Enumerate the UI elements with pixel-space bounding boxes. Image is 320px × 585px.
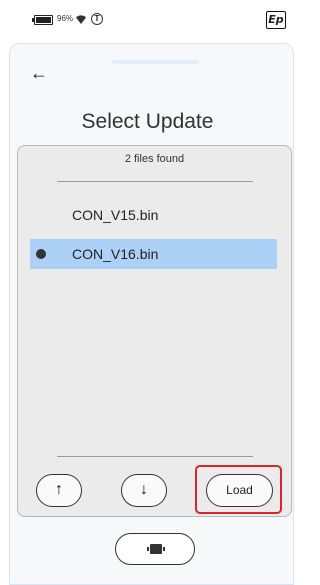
file-row[interactable]: CON_V15.bin [30,200,277,230]
back-button[interactable]: ← [30,64,54,84]
token-icon: T [91,13,103,25]
list-divider-bottom [57,456,253,457]
battery-percent: 96% [57,14,74,23]
files-found-label: 2 files found [124,153,185,165]
connector-button[interactable] [115,533,195,565]
battery-icon [32,15,53,25]
move-up-button[interactable]: ↑ [36,474,82,507]
drag-handle[interactable] [112,60,199,64]
load-button[interactable]: Load [206,474,273,507]
move-down-button[interactable]: ↓ [121,474,167,507]
wifi-icon [76,15,86,24]
page-title: Select Update [81,110,214,133]
list-divider-top [57,181,253,182]
up-arrow-icon: ↑ [55,481,63,498]
file-name: CON_V15.bin [72,207,159,223]
down-arrow-icon: ↓ [140,481,148,498]
ep-logo: Ep [266,11,286,29]
selected-bullet-icon [36,249,46,259]
file-name: CON_V16.bin [72,246,159,262]
status-bar: 96% T Ep [0,0,295,40]
connector-icon [147,544,165,554]
file-row-selected[interactable]: CON_V16.bin [30,239,277,269]
